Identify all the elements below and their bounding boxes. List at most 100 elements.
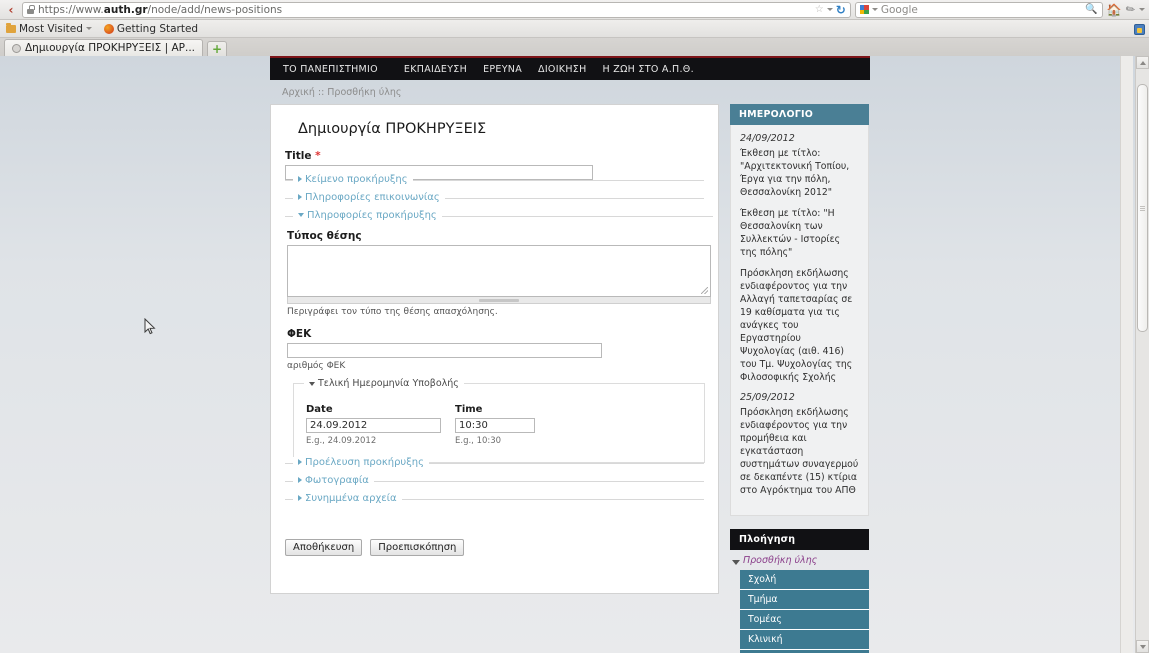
position-type-field-group [287,245,711,304]
bookmark-label: Getting Started [116,22,199,35]
fieldset-announcement-info[interactable]: Πληροφορίες προκήρυξης Τύπος θέσης Περιγ [285,210,713,463]
sidebar-item-sxoli[interactable]: Σχολή [740,570,869,590]
bookmark-getting-started[interactable]: Getting Started [103,22,199,35]
topnav-item-university[interactable]: ΤΟ ΠΑΝΕΠΙΣΤΗΜΙΟ [283,64,404,75]
mouse-cursor [144,318,156,335]
scroll-up-button[interactable] [1136,56,1149,69]
caret-right-icon [298,459,302,465]
sidebar-item-kliniki[interactable]: Κλινική [740,630,869,650]
navigation-block-title: Πλοήγηση [730,529,869,550]
address-bar-actions: ☆ ↻ [815,3,846,17]
search-input[interactable]: Google [881,4,918,16]
textarea-grippie[interactable] [287,297,711,304]
scrollbar-thumb[interactable] [1137,84,1148,332]
calendar-item[interactable]: Πρόσκληση εκδήλωσης ενδιαφέροντος για τη… [740,406,859,497]
home-icon[interactable]: 🏠 [1107,3,1122,17]
page-title: Δημιουργία ΠΡΟΚΗΡΥΞΕΙΣ [298,121,487,137]
main-content-panel: Δημιουργία ΠΡΟΚΗΡΥΞΕΙΣ Title * Κείμενο π… [270,104,719,594]
fieldset-legend[interactable]: Κείμενο προκήρυξης [293,174,413,185]
chevron-down-icon[interactable] [826,8,833,11]
arrow-down-icon [1139,644,1146,649]
search-icon[interactable]: 🔍 [1085,4,1097,15]
calendar-date: 24/09/2012 [740,133,795,144]
resize-handle-icon[interactable] [701,287,708,294]
required-marker: * [315,150,321,162]
date-label: Date [306,404,333,415]
fieldset-legend[interactable]: Πληροφορίες προκήρυξης [293,210,442,221]
search-engine-chevron-icon[interactable] [871,8,878,11]
calendar-block-title: ΗΜΕΡΟΛΟΓΙΟ [730,104,869,125]
navigation-active-row[interactable]: Προσθήκη ύλης [730,555,869,566]
sidebar-item-tmima[interactable]: Τμήμα [740,590,869,610]
position-type-textarea[interactable] [287,245,711,297]
back-button[interactable]: ‹ [4,3,18,17]
reload-icon[interactable]: ↻ [836,3,846,17]
tab-active[interactable]: Δημιουργία ΠΡΟΚΗΡΥΞΕΙΣ | ΑΡ... [4,39,204,56]
toolbar-overflow-chevron-icon[interactable] [1139,8,1145,11]
calendar-item[interactable]: Έκθεση με τίτλο: "Αρχιτεκτονική Τοπίου, … [740,147,859,199]
page-scrollbar-track[interactable] [1120,56,1133,653]
chevron-down-icon[interactable] [85,27,92,30]
preview-button[interactable]: Προεπισκόπηση [370,539,465,556]
time-field-group: Time 10:30 E.g., 10:30 [455,404,535,446]
fek-label: ΦΕΚ [287,328,312,340]
fieldset-legend[interactable]: Φωτογραφία [293,475,374,486]
caret-down-icon[interactable] [732,560,740,565]
calendar-item[interactable]: Πρόσκληση εκδήλωσης ενδιαφέροντος για τη… [740,267,859,384]
page-content: ΤΟ ΠΑΝΕΠΙΣΤΗΜΙΟ ΕΚΠΑΙΔΕΥΣΗ ΕΡΕΥΝΑ ΔΙΟΙΚΗ… [0,56,1135,653]
bookmark-most-visited[interactable]: Most Visited [6,22,92,35]
navigation-active-link[interactable]: Προσθήκη ύλης [743,555,817,566]
folder-icon [6,22,16,33]
new-tab-button[interactable]: + [207,41,228,56]
tab-strip: Δημιουργία ΠΡΟΚΗΡΥΞΕΙΣ | ΑΡ... + [0,38,1149,56]
inner-fieldset-legend[interactable]: Τελική Ημερομηνία Υποβολής [304,378,464,389]
navigation-block: Πλοήγηση Προσθήκη ύλης Σχολή Τμήμα Τομέα… [730,529,869,653]
fieldset-legend[interactable]: Προέλευση προκήρυξης [293,457,429,468]
bookmark-star-icon[interactable]: ☆ [815,4,824,15]
caret-right-icon [298,176,302,182]
date-input[interactable]: 24.09.2012 [306,418,441,433]
time-example: E.g., 10:30 [455,436,502,446]
address-bar[interactable]: https://www.auth.gr/node/add/news-positi… [22,1,851,18]
browser-toolbar: ‹ https://www.auth.gr/node/add/news-posi… [0,0,1149,20]
fek-description: αριθμός ΦΕΚ [287,361,346,371]
sidebar: ΗΜΕΡΟΛΟΓΙΟ 24/09/2012 Έκθεση με τίτλο: "… [730,104,869,653]
eyedropper-icon[interactable]: ✎ [1123,2,1138,18]
date-field-group: Date 24.09.2012 E.g., 24.09.2012 [306,404,441,446]
google-icon [859,5,869,14]
fieldset-submission-deadline[interactable]: Τελική Ημερομηνία Υποβολής Date 24.09.20… [293,378,705,463]
save-button[interactable]: Αποθήκευση [285,539,363,556]
browser-window: ‹ https://www.auth.gr/node/add/news-posi… [0,0,1149,653]
topnav-item-education[interactable]: ΕΚΠΑΙΔΕΥΣΗ [404,64,483,75]
url-text: https://www.auth.gr/node/add/news-positi… [38,3,283,16]
site-top-navigation: ΤΟ ΠΑΝΕΠΙΣΤΗΜΙΟ ΕΚΠΑΙΔΕΥΣΗ ΕΡΕΥΝΑ ΔΙΟΙΚΗ… [270,56,870,80]
navigation-list: Σχολή Τμήμα Τομέας Κλινική Ερευνητικό Ερ… [740,570,869,653]
topnav-item-research[interactable]: ΕΡΕΥΝΑ [483,64,538,75]
calendar-item[interactable]: Έκθεση με τίτλο: "Η Θεσσαλονίκη των Συλλ… [740,207,859,259]
calendar-block-body: 24/09/2012 Έκθεση με τίτλο: "Αρχιτεκτονι… [730,125,869,516]
fek-input[interactable] [287,343,602,358]
title-label: Title * [285,150,321,162]
window-scrollbar[interactable] [1135,56,1149,653]
scroll-down-button[interactable] [1136,640,1149,653]
navigation-block-body: Προσθήκη ύλης Σχολή Τμήμα Τομέας Κλινική… [730,550,869,653]
fieldset-legend[interactable]: Πληροφορίες επικοινωνίας [293,192,445,203]
page-viewport: ΤΟ ΠΑΝΕΠΙΣΤΗΜΙΟ ΕΚΠΑΙΔΕΥΣΗ ΕΡΕΥΝΑ ΔΙΟΙΚΗ… [0,56,1149,653]
tab-title: Δημιουργία ΠΡΟΚΗΡΥΞΕΙΣ | ΑΡ... [25,42,196,54]
fieldset-attachments[interactable]: Συνημμένα αρχεία [285,493,704,517]
time-input[interactable]: 10:30 [455,418,535,433]
search-bar[interactable]: Google 🔍 [854,1,1103,18]
caret-down-icon [298,213,304,217]
fieldset-legend[interactable]: Συνημμένα αρχεία [293,493,402,504]
caret-right-icon [298,495,302,501]
breadcrumb[interactable]: Αρχική :: Προσθήκη ύλης [270,80,870,104]
plus-icon: + [212,42,223,56]
caret-down-icon [309,381,315,386]
topnav-item-life[interactable]: Η ΖΩΗ ΣΤΟ Α.Π.Θ. [603,64,710,75]
caret-right-icon [298,194,302,200]
topnav-item-administration[interactable]: ΔΙΟΙΚΗΣΗ [538,64,603,75]
form-actions: Αποθήκευση Προεπισκόπηση [285,539,704,556]
position-type-description: Περιγράφει τον τύπο της θέσης απασχόληση… [287,307,498,317]
extension-icon[interactable] [1134,24,1145,35]
sidebar-item-tomeas[interactable]: Τομέας [740,610,869,630]
